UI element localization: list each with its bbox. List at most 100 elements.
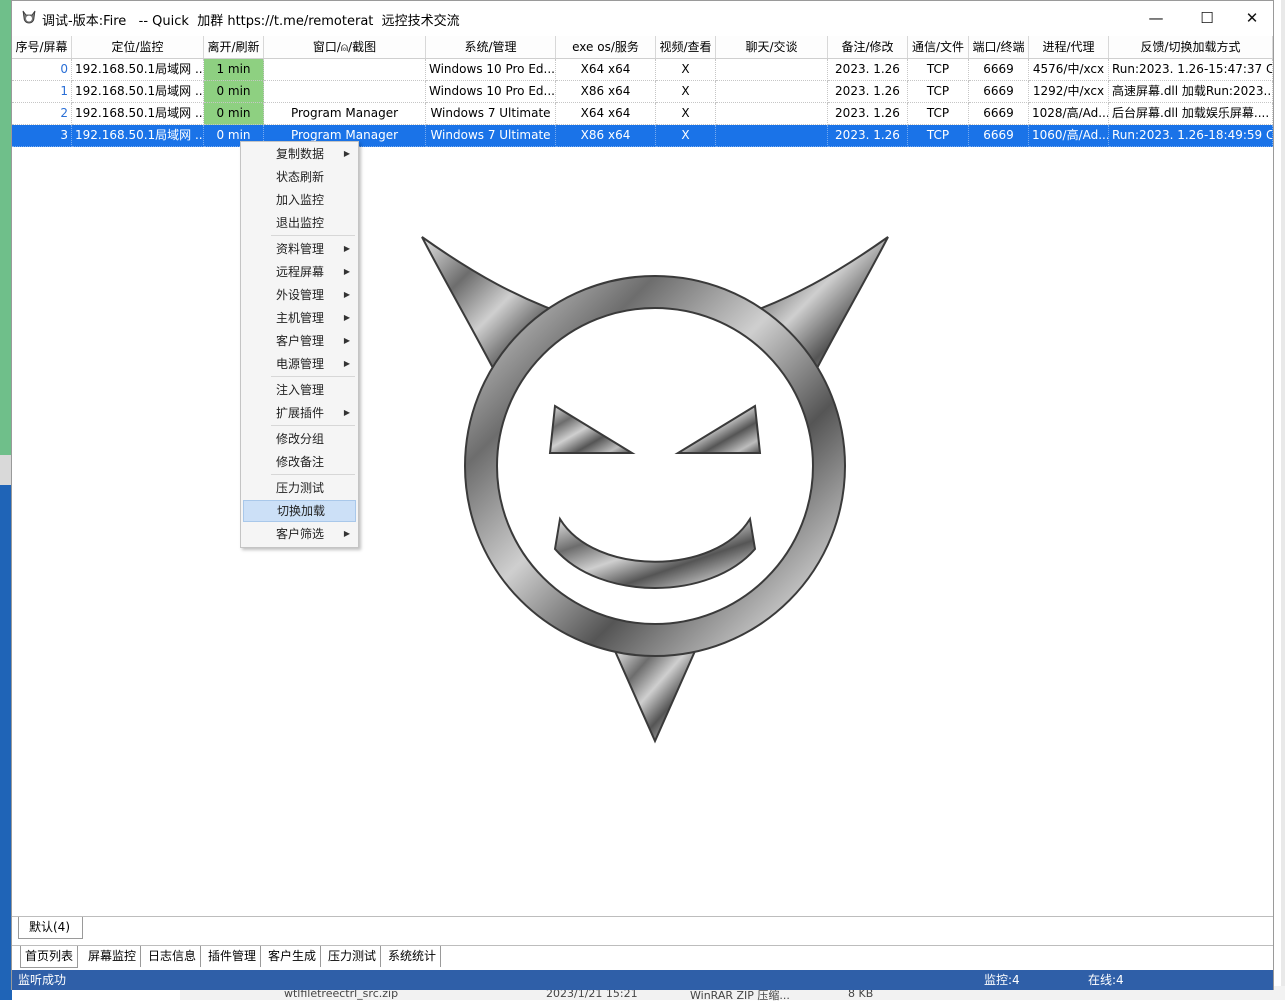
menu-item[interactable]: 修改备注 [243, 451, 356, 473]
cell-window: Program Manager [264, 103, 426, 125]
menu-item[interactable]: 切换加载 [243, 500, 356, 522]
menu-item[interactable]: 外设管理 ▶ [243, 284, 356, 306]
cell-protocol: TCP [908, 81, 969, 103]
cell-chat [716, 81, 828, 103]
column-header-arch[interactable]: exe os/服务 [556, 36, 656, 58]
cell-port: 6669 [969, 103, 1029, 125]
cell-protocol: TCP [908, 125, 969, 147]
menu-item[interactable]: 远程屏幕 ▶ [243, 261, 356, 283]
submenu-arrow-icon: ▶ [343, 149, 350, 158]
menu-item[interactable]: 资料管理 ▶ [243, 238, 356, 260]
column-header-port[interactable]: 端口/终端 [969, 36, 1029, 58]
column-header-protocol[interactable]: 通信/文件 [908, 36, 969, 58]
column-header-feedback[interactable]: 反馈/切换加载方式 [1109, 36, 1273, 58]
menu-item-label: 退出监控 [276, 216, 325, 230]
page-tab[interactable]: 首页列表 [20, 946, 79, 968]
cell-note: 2023. 1.26 [828, 59, 908, 81]
menu-item[interactable]: 退出监控 [243, 212, 356, 234]
menu-item-label: 压力测试 [276, 481, 325, 495]
menu-item-label: 资料管理 [276, 242, 325, 256]
page-tab[interactable]: 日志信息 [144, 946, 202, 967]
cell-location: 192.168.50.1局域网 ... [72, 125, 204, 147]
submenu-arrow-icon: ▶ [343, 408, 350, 417]
cell-port: 6669 [969, 81, 1029, 103]
cell-arch: X86 x64 [556, 125, 656, 147]
page-tab[interactable]: 客户生成 [264, 946, 322, 967]
status-bar: 监听成功 监控:4 在线:4 [12, 970, 1273, 990]
page-tab-strip: 首页列表 屏幕监控 日志信息 插件管理 客户生成 压力测试 系统统计 [12, 945, 1273, 968]
column-header-process[interactable]: 进程/代理 [1029, 36, 1109, 58]
menu-item[interactable]: 修改分组 [243, 428, 356, 450]
column-header-index[interactable]: 序号/屏幕 [12, 36, 72, 58]
menu-item-label: 扩展插件 [276, 406, 325, 420]
devil-logo-icon [22, 10, 36, 24]
cell-video: X [656, 81, 716, 103]
menu-item[interactable]: 扩展插件 ▶ [243, 402, 356, 424]
menu-separator [271, 235, 355, 236]
menu-item-label: 远程屏幕 [276, 265, 325, 279]
menu-item-label: 加入监控 [276, 193, 325, 207]
column-header-window[interactable]: 窗口/⍝/截图 [264, 36, 426, 58]
column-header-chat[interactable]: 聊天/交谈 [716, 36, 828, 58]
list-header: 序号/屏幕 定位/监控 离开/刷新 窗口/⍝/截图 系统/管理 exe os/服务 视频/查… [12, 36, 1273, 59]
cell-note: 2023. 1.26 [828, 81, 908, 103]
status-message: 监听成功 [18, 973, 67, 987]
maximize-button[interactable]: ☐ [1184, 1, 1230, 34]
menu-item[interactable]: 注入管理 [243, 379, 356, 401]
menu-item-label: 状态刷新 [276, 170, 325, 184]
cell-video: X [656, 59, 716, 81]
cell-arch: X64 x64 [556, 103, 656, 125]
column-header-location[interactable]: 定位/监控 [72, 36, 204, 58]
title-bar[interactable]: 调试-版本:Fire -- Quick 加群 https://t.me/remo… [12, 1, 1273, 34]
table-row[interactable]: 1 192.168.50.1局域网 ... 0 min Windows 10 Pro … [12, 81, 1273, 103]
context-menu[interactable]: 复制数据 ▶ 状态刷新 加入监控 退出监控 资料管理 ▶ 远程屏幕 ▶ 外设管理 ▶ 主机管理 ▶ 客户管… [240, 141, 359, 548]
cell-protocol: TCP [908, 103, 969, 125]
app-window: 调试-版本:Fire -- Quick 加群 https://t.me/remo… [11, 0, 1274, 990]
submenu-arrow-icon: ▶ [343, 529, 350, 538]
online-count: 在线:4 [1088, 973, 1124, 987]
column-header-note[interactable]: 备注/修改 [828, 36, 908, 58]
cell-location: 192.168.50.1局域网 ... [72, 103, 204, 125]
cell-arch: X64 x64 [556, 59, 656, 81]
submenu-arrow-icon: ▶ [343, 359, 350, 368]
menu-item[interactable]: 复制数据 ▶ [243, 143, 356, 165]
cell-idle: 1 min [204, 59, 264, 81]
column-header-system[interactable]: 系统/管理 [426, 36, 556, 58]
tab-group-default[interactable]: 默认(4) [18, 917, 83, 939]
menu-item-label: 修改分组 [276, 432, 325, 446]
menu-item-label: 外设管理 [276, 288, 325, 302]
cell-feedback: 后台屏幕.dll 加载娱乐屏幕.... [1109, 103, 1273, 125]
cell-chat [716, 103, 828, 125]
page-tab[interactable]: 压力测试 [324, 946, 382, 967]
page-tab[interactable]: 系统统计 [384, 946, 442, 967]
column-header-video[interactable]: 视频/查看 [656, 36, 716, 58]
menu-item[interactable]: 客户筛选 ▶ [243, 523, 356, 545]
menu-item[interactable]: 加入监控 [243, 189, 356, 211]
cell-index: 1 [12, 81, 72, 103]
close-button[interactable]: ✕ [1229, 1, 1275, 34]
cell-chat [716, 125, 828, 147]
page-tab[interactable]: 插件管理 [204, 946, 262, 967]
cell-index: 0 [12, 59, 72, 81]
menu-separator [271, 474, 355, 475]
menu-item[interactable]: 客户管理 ▶ [243, 330, 356, 352]
cell-feedback: 高速屏幕.dll 加载Run:2023.... [1109, 81, 1273, 103]
cell-system: Windows 7 Ultimate [426, 103, 556, 125]
submenu-arrow-icon: ▶ [343, 290, 350, 299]
menu-item[interactable]: 主机管理 ▶ [243, 307, 356, 329]
table-row[interactable]: 2 192.168.50.1局域网 ... 0 min Program Manager… [12, 103, 1273, 125]
minimize-button[interactable]: — [1133, 1, 1179, 34]
table-row[interactable]: 0 192.168.50.1局域网 ... 1 min Windows 10 Pro … [12, 59, 1273, 81]
menu-item[interactable]: 状态刷新 [243, 166, 356, 188]
cell-process: 1060/高/Ad... [1029, 125, 1109, 147]
cell-window [264, 81, 426, 103]
window-title: 调试-版本:Fire -- Quick 加群 https://t.me/remo… [42, 14, 460, 29]
column-header-idle[interactable]: 离开/刷新 [204, 36, 264, 58]
menu-item[interactable]: 电源管理 ▶ [243, 353, 356, 375]
menu-item[interactable]: 压力测试 [243, 477, 356, 499]
cell-system: Windows 7 Ultimate [426, 125, 556, 147]
page-tab[interactable]: 屏幕监控 [84, 946, 142, 967]
table-row[interactable]: 3 192.168.50.1局域网 ... 0 min Program Manager… [12, 125, 1273, 147]
menu-item-label: 电源管理 [276, 357, 325, 371]
menu-item-label: 复制数据 [276, 147, 325, 161]
